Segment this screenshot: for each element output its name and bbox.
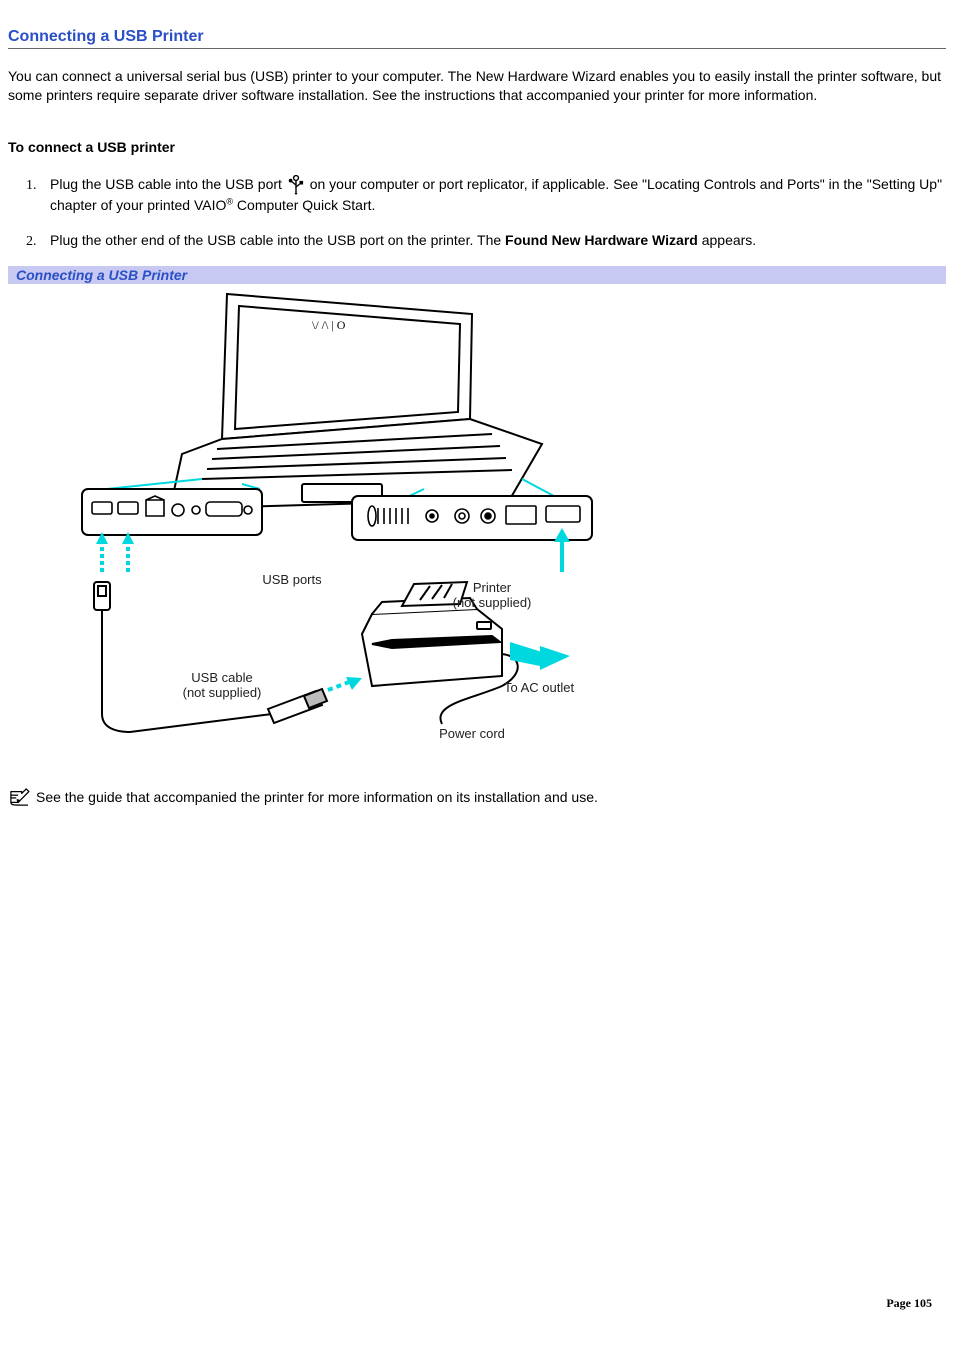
- step-2-text-b: appears.: [698, 232, 756, 248]
- step-1-text-c: Computer Quick Start.: [233, 197, 375, 213]
- label-printer-sub: (not supplied): [453, 595, 532, 610]
- figure-caption-bar: Connecting a USB Printer: [8, 266, 946, 284]
- note-text: See the guide that accompanied the print…: [36, 789, 598, 805]
- step-1: Plug the USB cable into the USB port: [40, 175, 946, 215]
- page-footer: Page 105: [886, 1296, 932, 1311]
- label-usb-cable-text: USB cable: [191, 670, 252, 685]
- page-title: Connecting a USB Printer: [8, 28, 946, 49]
- step-2-text-a: Plug the other end of the USB cable into…: [50, 232, 505, 248]
- label-usb-ports: USB ports: [242, 572, 342, 588]
- label-to-ac: To AC outlet: [504, 680, 604, 696]
- label-power-cord: Power cord: [412, 726, 532, 742]
- step-1-text-a: Plug the USB cable into the USB port: [50, 176, 286, 192]
- label-printer: Printer (not supplied): [422, 580, 562, 611]
- step-list: Plug the USB cable into the USB port: [40, 175, 946, 250]
- note-row: See the guide that accompanied the print…: [8, 788, 946, 806]
- figure-illustration: \/ /\ | O: [72, 284, 612, 764]
- footer-page-number: 105: [914, 1296, 932, 1310]
- section-subheading: To connect a USB printer: [8, 139, 946, 155]
- label-usb-cable: USB cable (not supplied): [152, 670, 292, 701]
- intro-paragraph: You can connect a universal serial bus (…: [8, 67, 946, 105]
- usb-symbol-icon: [288, 175, 304, 195]
- label-usb-cable-sub: (not supplied): [183, 685, 262, 700]
- step-2-bold: Found New Hardware Wizard: [505, 232, 698, 248]
- footer-label: Page: [886, 1296, 911, 1310]
- label-printer-text: Printer: [473, 580, 511, 595]
- note-pencil-icon: [8, 788, 30, 806]
- svg-text:\/ /\ | O: \/ /\ | O: [312, 318, 346, 332]
- step-2: Plug the other end of the USB cable into…: [40, 231, 946, 250]
